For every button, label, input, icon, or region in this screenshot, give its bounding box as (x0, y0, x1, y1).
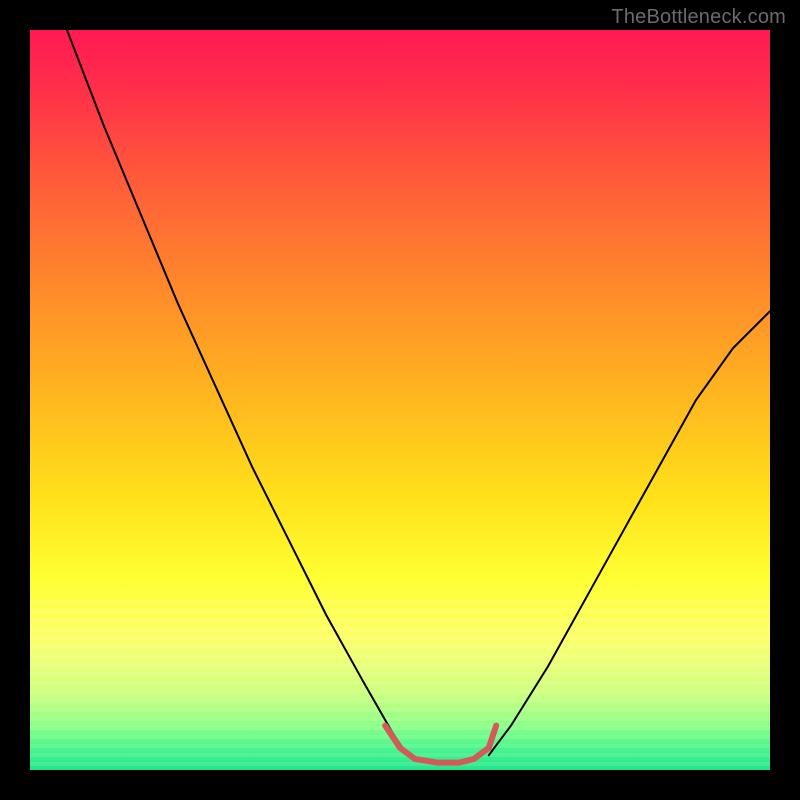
right-curve (489, 311, 770, 755)
plot-area (30, 30, 770, 770)
watermark-text: TheBottleneck.com (611, 6, 786, 29)
trough-curve (385, 726, 496, 763)
chart-stage: TheBottleneck.com (0, 0, 800, 800)
curve-layer (30, 30, 770, 770)
left-curve (67, 30, 407, 755)
